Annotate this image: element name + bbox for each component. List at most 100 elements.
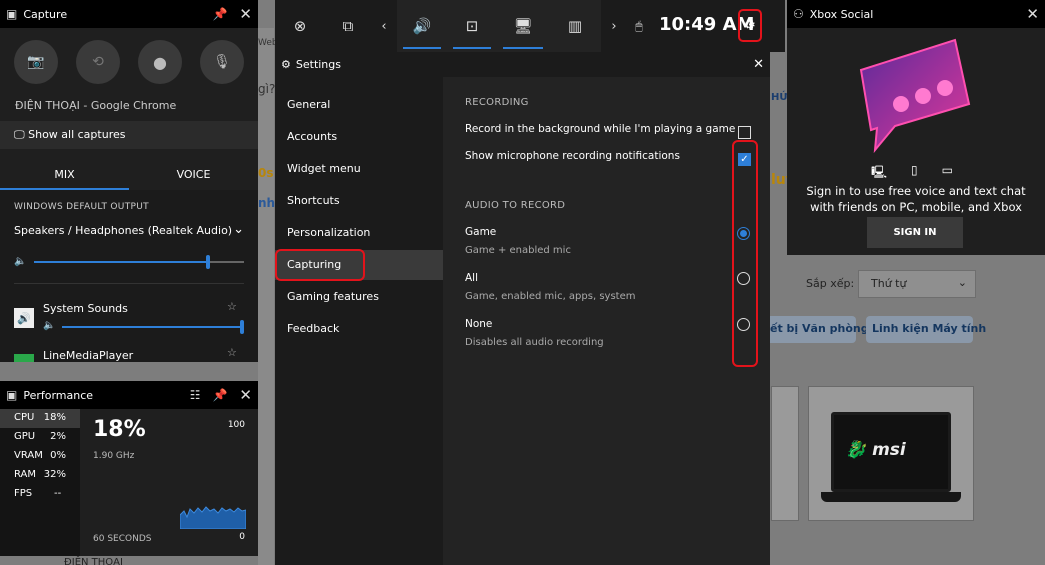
mic-off-icon: 🎙 [213, 54, 231, 70]
monitor-icon: 🖥 [513, 17, 533, 35]
close-icon[interactable]: ✕ [1026, 5, 1039, 23]
sort-label: Sắp xếp: [806, 277, 855, 290]
scroll-left-button[interactable]: ‹ [375, 0, 393, 52]
pin-icon[interactable]: 📌 [212, 7, 227, 21]
capture-panel: ▣ Capture 📌 ✕ 📷 ⟲ ● 🎙 ĐIỆN THOẠI - Googl… [0, 0, 258, 362]
metric-key: RAM [14, 469, 37, 480]
capturing-settings: RECORDING Record in the background while… [443, 77, 770, 565]
laptop-image: 🐉 msi [821, 412, 961, 502]
widget-menu-button[interactable]: ⧉ [333, 0, 363, 52]
start-recording-button[interactable]: ● [138, 40, 182, 84]
metric-key: CPU [14, 412, 35, 423]
screenshot-button[interactable]: 📷 [14, 40, 58, 84]
options-icon[interactable]: ☷ [190, 388, 201, 402]
capture-widget-icon: ▣ [6, 7, 18, 21]
social-title: Xbox Social [809, 7, 874, 21]
category-pill[interactable]: ết bị Văn phòng [764, 316, 869, 343]
nav-personalization[interactable]: Personalization [275, 218, 443, 248]
nav-accounts[interactable]: Accounts [275, 122, 443, 152]
nav-feedback[interactable]: Feedback [275, 314, 443, 344]
metric-cpu[interactable]: CPU 18% [0, 409, 80, 428]
close-icon[interactable]: ✕ [239, 386, 252, 404]
history-icon: ⟲ [92, 54, 104, 70]
record-last-button[interactable]: ⟲ [76, 40, 120, 84]
master-volume-slider[interactable] [34, 255, 244, 269]
nav-gaming-features[interactable]: Gaming features [275, 282, 443, 312]
performance-widget-button[interactable]: 🖥 [497, 0, 549, 52]
show-all-captures-label: Show all captures [28, 128, 126, 141]
sort-select[interactable]: Thứ tự ⌄ [858, 270, 976, 298]
slider-fill [62, 326, 244, 328]
chevron-down-icon[interactable]: ⌄ [233, 222, 244, 237]
background-recording-checkbox[interactable] [738, 126, 751, 139]
mic-notify-label: Show microphone recording notifications [465, 150, 680, 162]
performance-panel: ▣ Performance ☷ 📌 ✕ CPU 18% GPU 2% VRAM 0% … [0, 381, 258, 556]
divider [14, 283, 244, 284]
audio-option-label: None [465, 318, 493, 330]
settings-button[interactable]: ⚙ [738, 9, 762, 42]
capture-widget-button[interactable]: ⊡ [447, 0, 497, 52]
audio-option-desc: Game + enabled mic [465, 245, 571, 256]
speaker-app-icon: 🔊 [14, 308, 34, 328]
metric-list: CPU 18% GPU 2% VRAM 0% RAM 32% FPS -- [0, 409, 80, 556]
laptop-brand: 🐉 msi [845, 440, 906, 460]
nav-shortcuts[interactable]: Shortcuts [275, 186, 443, 216]
audio-widget-button[interactable]: 🔊 [397, 0, 447, 52]
nav-widget-menu[interactable]: Widget menu [275, 154, 443, 184]
pill-label: Linh kiện Máy tính [872, 322, 987, 335]
tab-voice[interactable]: VOICE [129, 158, 258, 190]
metric-key: FPS [14, 488, 33, 499]
audio-heading: AUDIO TO RECORD [465, 200, 566, 211]
product-card[interactable]: 🐉 msi [808, 386, 974, 521]
show-all-captures-link[interactable]: 🖵 Show all captures [0, 121, 258, 149]
close-icon[interactable]: ✕ [239, 5, 252, 23]
settings-titlebar[interactable]: ⚙ Settings ✕ [275, 52, 770, 77]
speaker-icon: 🔈 [43, 320, 56, 331]
capture-titlebar[interactable]: ▣ Capture 📌 ✕ [0, 0, 258, 28]
scroll-right-button[interactable]: › [605, 0, 623, 52]
resources-widget-button[interactable]: ▥ [549, 0, 601, 52]
mic-toggle-button[interactable]: 🎙 [200, 40, 244, 84]
metric-gpu[interactable]: GPU 2% [0, 428, 80, 447]
sign-in-button[interactable]: SIGN IN [867, 217, 963, 248]
performance-title: Performance [23, 388, 94, 402]
category-pill[interactable]: Linh kiện Máy tính [866, 316, 986, 343]
mouse-icon: 🖱 [635, 18, 643, 33]
cpu-big-value: 18% [93, 417, 146, 442]
close-icon[interactable]: ✕ [753, 57, 764, 72]
audio-option-label: All [465, 272, 479, 284]
audio-option-label: Game [465, 226, 497, 238]
xbox-social-panel: ⚇ Xbox Social ✕ 🖳 ▯ ▭ Sign in to use fre… [787, 0, 1045, 255]
audio-option-desc: Disables all audio recording [465, 337, 604, 348]
metric-fps[interactable]: FPS -- [0, 485, 80, 504]
settings-title: Settings [295, 58, 341, 71]
settings-nav: General Accounts Widget menu Shortcuts P… [275, 77, 443, 565]
app-volume-slider[interactable] [62, 320, 244, 334]
pc-icon: 🖳 [871, 165, 888, 179]
capture-icon: ⊡ [465, 17, 479, 35]
nav-general[interactable]: General [275, 90, 443, 120]
product-card[interactable] [771, 386, 799, 521]
metric-value: 2% [50, 431, 66, 442]
pill-label: ết bị Văn phòng [770, 322, 869, 335]
people-icon: ⚇ [793, 7, 804, 21]
output-device[interactable]: Speakers / Headphones (Realtek Audio) [14, 224, 232, 237]
audio-mixer: WINDOWS DEFAULT OUTPUT Speakers / Headph… [0, 190, 258, 362]
favorite-star-icon[interactable]: ☆ [227, 300, 237, 313]
media-app-icon [14, 354, 34, 362]
mouse-button[interactable]: 🖱 [631, 0, 647, 52]
phone-icon: ▯ [911, 163, 918, 177]
social-titlebar[interactable]: ⚇ Xbox Social ✕ [787, 0, 1045, 28]
slider-knob[interactable] [206, 255, 211, 269]
favorite-star-icon[interactable]: ☆ [227, 346, 237, 359]
xbox-button[interactable]: ⊗ [285, 0, 315, 52]
pin-icon[interactable]: 📌 [212, 388, 227, 402]
performance-titlebar[interactable]: ▣ Performance ☷ 📌 ✕ [0, 381, 258, 409]
slider-knob[interactable] [240, 320, 244, 334]
audio-option-desc: Game, enabled mic, apps, system [465, 291, 636, 302]
metric-ram[interactable]: RAM 32% [0, 466, 80, 485]
speaker-icon: 🔊 [412, 17, 432, 35]
tab-mix[interactable]: MIX [0, 158, 129, 190]
metric-vram[interactable]: VRAM 0% [0, 447, 80, 466]
camera-icon: 📷 [27, 54, 45, 70]
